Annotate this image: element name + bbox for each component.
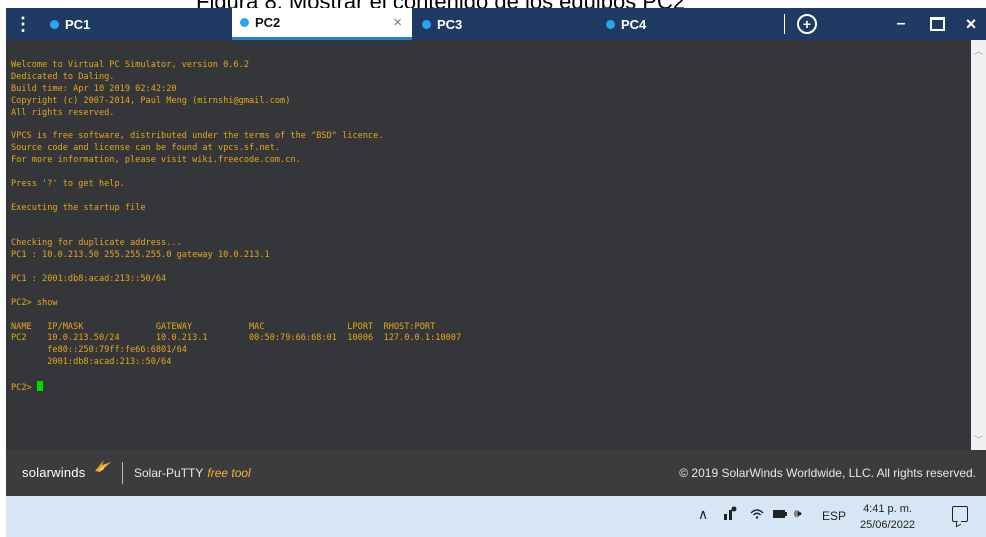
terminal-text: Welcome to Virtual PC Simulator, version…: [11, 60, 461, 393]
notification-icon[interactable]: [952, 506, 968, 522]
app-name-text: Solar-PuTTY: [134, 466, 204, 480]
tab-bar: ⋮ PC1 PC2 × PC3 PC4 + – ×: [6, 8, 986, 40]
footer-bar: solarwinds Solar-PuTTY free tool © 2019 S…: [6, 450, 986, 496]
wifi-icon[interactable]: [750, 507, 764, 522]
terminal-line: Source code and license can be found at …: [11, 143, 281, 154]
terminal-line: VPCS is free software, distributed under…: [11, 131, 384, 142]
maximize-button[interactable]: [922, 8, 952, 40]
tab-pc2[interactable]: PC2 ×: [232, 8, 412, 40]
tab-pc3[interactable]: PC3: [422, 8, 602, 40]
terminal-line: Copyright (c) 2007-2014, Paul Meng (mirn…: [11, 95, 291, 106]
free-tool-label: free tool: [207, 466, 251, 480]
battery-icon[interactable]: [772, 507, 788, 522]
app-name: Solar-PuTTY free tool: [134, 466, 251, 480]
tab-label: PC1: [65, 16, 91, 32]
terminal-line: Checking for duplicate address...: [11, 238, 182, 249]
terminal-line: Press '?' to get help.: [11, 178, 125, 189]
terminal-line: Welcome to Virtual PC Simulator, version…: [11, 60, 249, 70]
system-clock[interactable]: 4:41 p. m. 25/06/2022: [860, 501, 915, 533]
tab-label: PC4: [621, 16, 647, 32]
terminal-line: NAME IP/MASK GATEWAY MAC LPORT RHOST:POR…: [11, 321, 436, 332]
scroll-down-icon[interactable]: ﹀: [974, 433, 983, 446]
close-icon[interactable]: ×: [956, 8, 986, 40]
terminal-line: Dedicated to Daling.: [11, 71, 115, 82]
terminal-line: All rights reserved.: [11, 107, 115, 118]
tab-close-icon[interactable]: ×: [393, 14, 402, 31]
tab-pc4[interactable]: PC4: [606, 8, 776, 40]
new-tab-button[interactable]: +: [792, 8, 822, 40]
maximize-icon: [929, 17, 945, 31]
terminal-line: fe80::250:79ff:fe66:6801/64: [11, 345, 187, 356]
footer-divider: [122, 462, 123, 484]
terminal-line: Build time: Apr 10 2019 02:42:20: [11, 83, 177, 94]
tab-pc1[interactable]: PC1: [50, 8, 230, 40]
terminal-line: For more information, please visit wiki.…: [11, 155, 301, 166]
tab-label: PC2: [255, 15, 281, 30]
terminal-line: PC2 10.0.213.50/24 10.0.213.1 00:50:79:6…: [11, 333, 462, 344]
terminal-line: PC1 : 10.0.213.50 255.255.255.0 gateway …: [11, 250, 270, 261]
status-dot-icon: [422, 19, 431, 29]
menu-icon[interactable]: ⋮: [6, 8, 40, 40]
volume-icon[interactable]: 🕪: [794, 506, 802, 521]
solarwinds-flame-icon: [95, 460, 111, 472]
taskbar: ∧ 🕪 ESP 4:41 p. m. 25/06/2022: [6, 496, 986, 537]
terminal-line: PC2> show: [11, 297, 58, 308]
scroll-up-icon[interactable]: ︿: [974, 44, 983, 57]
terminal-output[interactable]: Welcome to Virtual PC Simulator, version…: [6, 40, 971, 450]
language-indicator[interactable]: ESP: [822, 509, 846, 523]
tab-divider: [784, 14, 785, 34]
copyright-text: © 2019 SolarWinds Worldwide, LLC. All ri…: [679, 466, 976, 480]
tab-label: PC3: [437, 16, 463, 32]
clock-time: 4:41 p. m.: [863, 503, 912, 515]
clock-date: 25/06/2022: [860, 519, 916, 531]
status-dot-icon: [50, 19, 59, 29]
terminal-line: 2001:db8:acad:213::50/64: [11, 357, 172, 368]
status-dot-icon: [240, 18, 249, 27]
terminal-cursor: [36, 381, 43, 392]
terminal-line: PC1 : 2001:db8:acad:213::50/64: [11, 274, 167, 285]
network-status-icon[interactable]: [722, 505, 738, 524]
new-tab-icon: +: [797, 14, 817, 34]
status-dot-icon: [606, 19, 615, 29]
terminal-line: Executing the startup file: [11, 202, 146, 213]
terminal-prompt: PC2>: [11, 383, 37, 394]
terminal-prompt-line: PC2>: [11, 381, 461, 393]
terminal-scrollbar[interactable]: ︿ ﹀: [971, 40, 986, 450]
chevron-up-icon[interactable]: ∧: [698, 506, 708, 523]
minimize-icon[interactable]: –: [886, 8, 916, 40]
solarwinds-logo: solarwinds: [22, 465, 86, 480]
